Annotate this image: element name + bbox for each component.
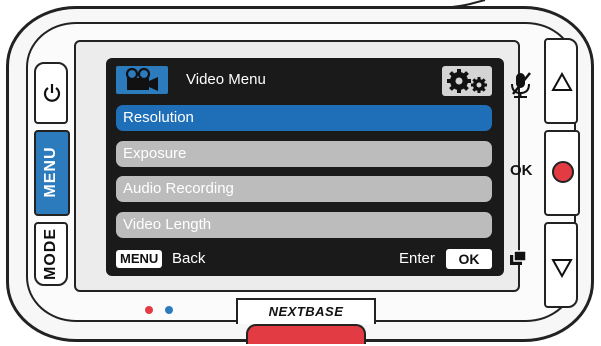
ok-label: OK: [510, 162, 533, 179]
footer-enter-label: Enter: [399, 250, 435, 267]
triangle-up-icon: [551, 72, 573, 91]
video-camera-icon: [116, 66, 168, 94]
footer-menu-key: MENU: [116, 250, 163, 268]
gears-icon: [442, 66, 492, 96]
menu-button-label: MENU: [42, 146, 59, 198]
record-dot-icon: [552, 161, 574, 183]
status-led-red: [145, 306, 153, 314]
up-button[interactable]: [544, 38, 578, 124]
power-icon: [43, 84, 61, 102]
footer-ok-key: OK: [446, 249, 492, 269]
brand-logo: NEXTBASE: [236, 298, 376, 324]
menu-item-video-length[interactable]: Video Length: [116, 212, 492, 238]
down-button[interactable]: [544, 222, 578, 308]
mount-release-tab[interactable]: [246, 324, 366, 344]
menu-title: Video Menu: [186, 71, 266, 88]
brand-name: NEXTBASE: [268, 304, 344, 319]
status-led-blue: [165, 306, 173, 314]
protect-file-icon: [510, 250, 527, 265]
mic-muted-icon: [511, 72, 531, 98]
mode-button[interactable]: MODE: [34, 222, 68, 286]
menu-button[interactable]: MENU: [34, 130, 70, 216]
power-button[interactable]: [34, 62, 68, 124]
mode-button-label: MODE: [42, 228, 59, 280]
menu-item-audio-recording[interactable]: Audio Recording: [116, 176, 492, 202]
footer-back-label: Back: [172, 250, 206, 267]
menu-item-exposure[interactable]: Exposure: [116, 141, 492, 167]
record-ok-button[interactable]: [544, 130, 580, 216]
menu-item-resolution[interactable]: Resolution: [116, 105, 492, 131]
triangle-down-icon: [551, 259, 573, 278]
